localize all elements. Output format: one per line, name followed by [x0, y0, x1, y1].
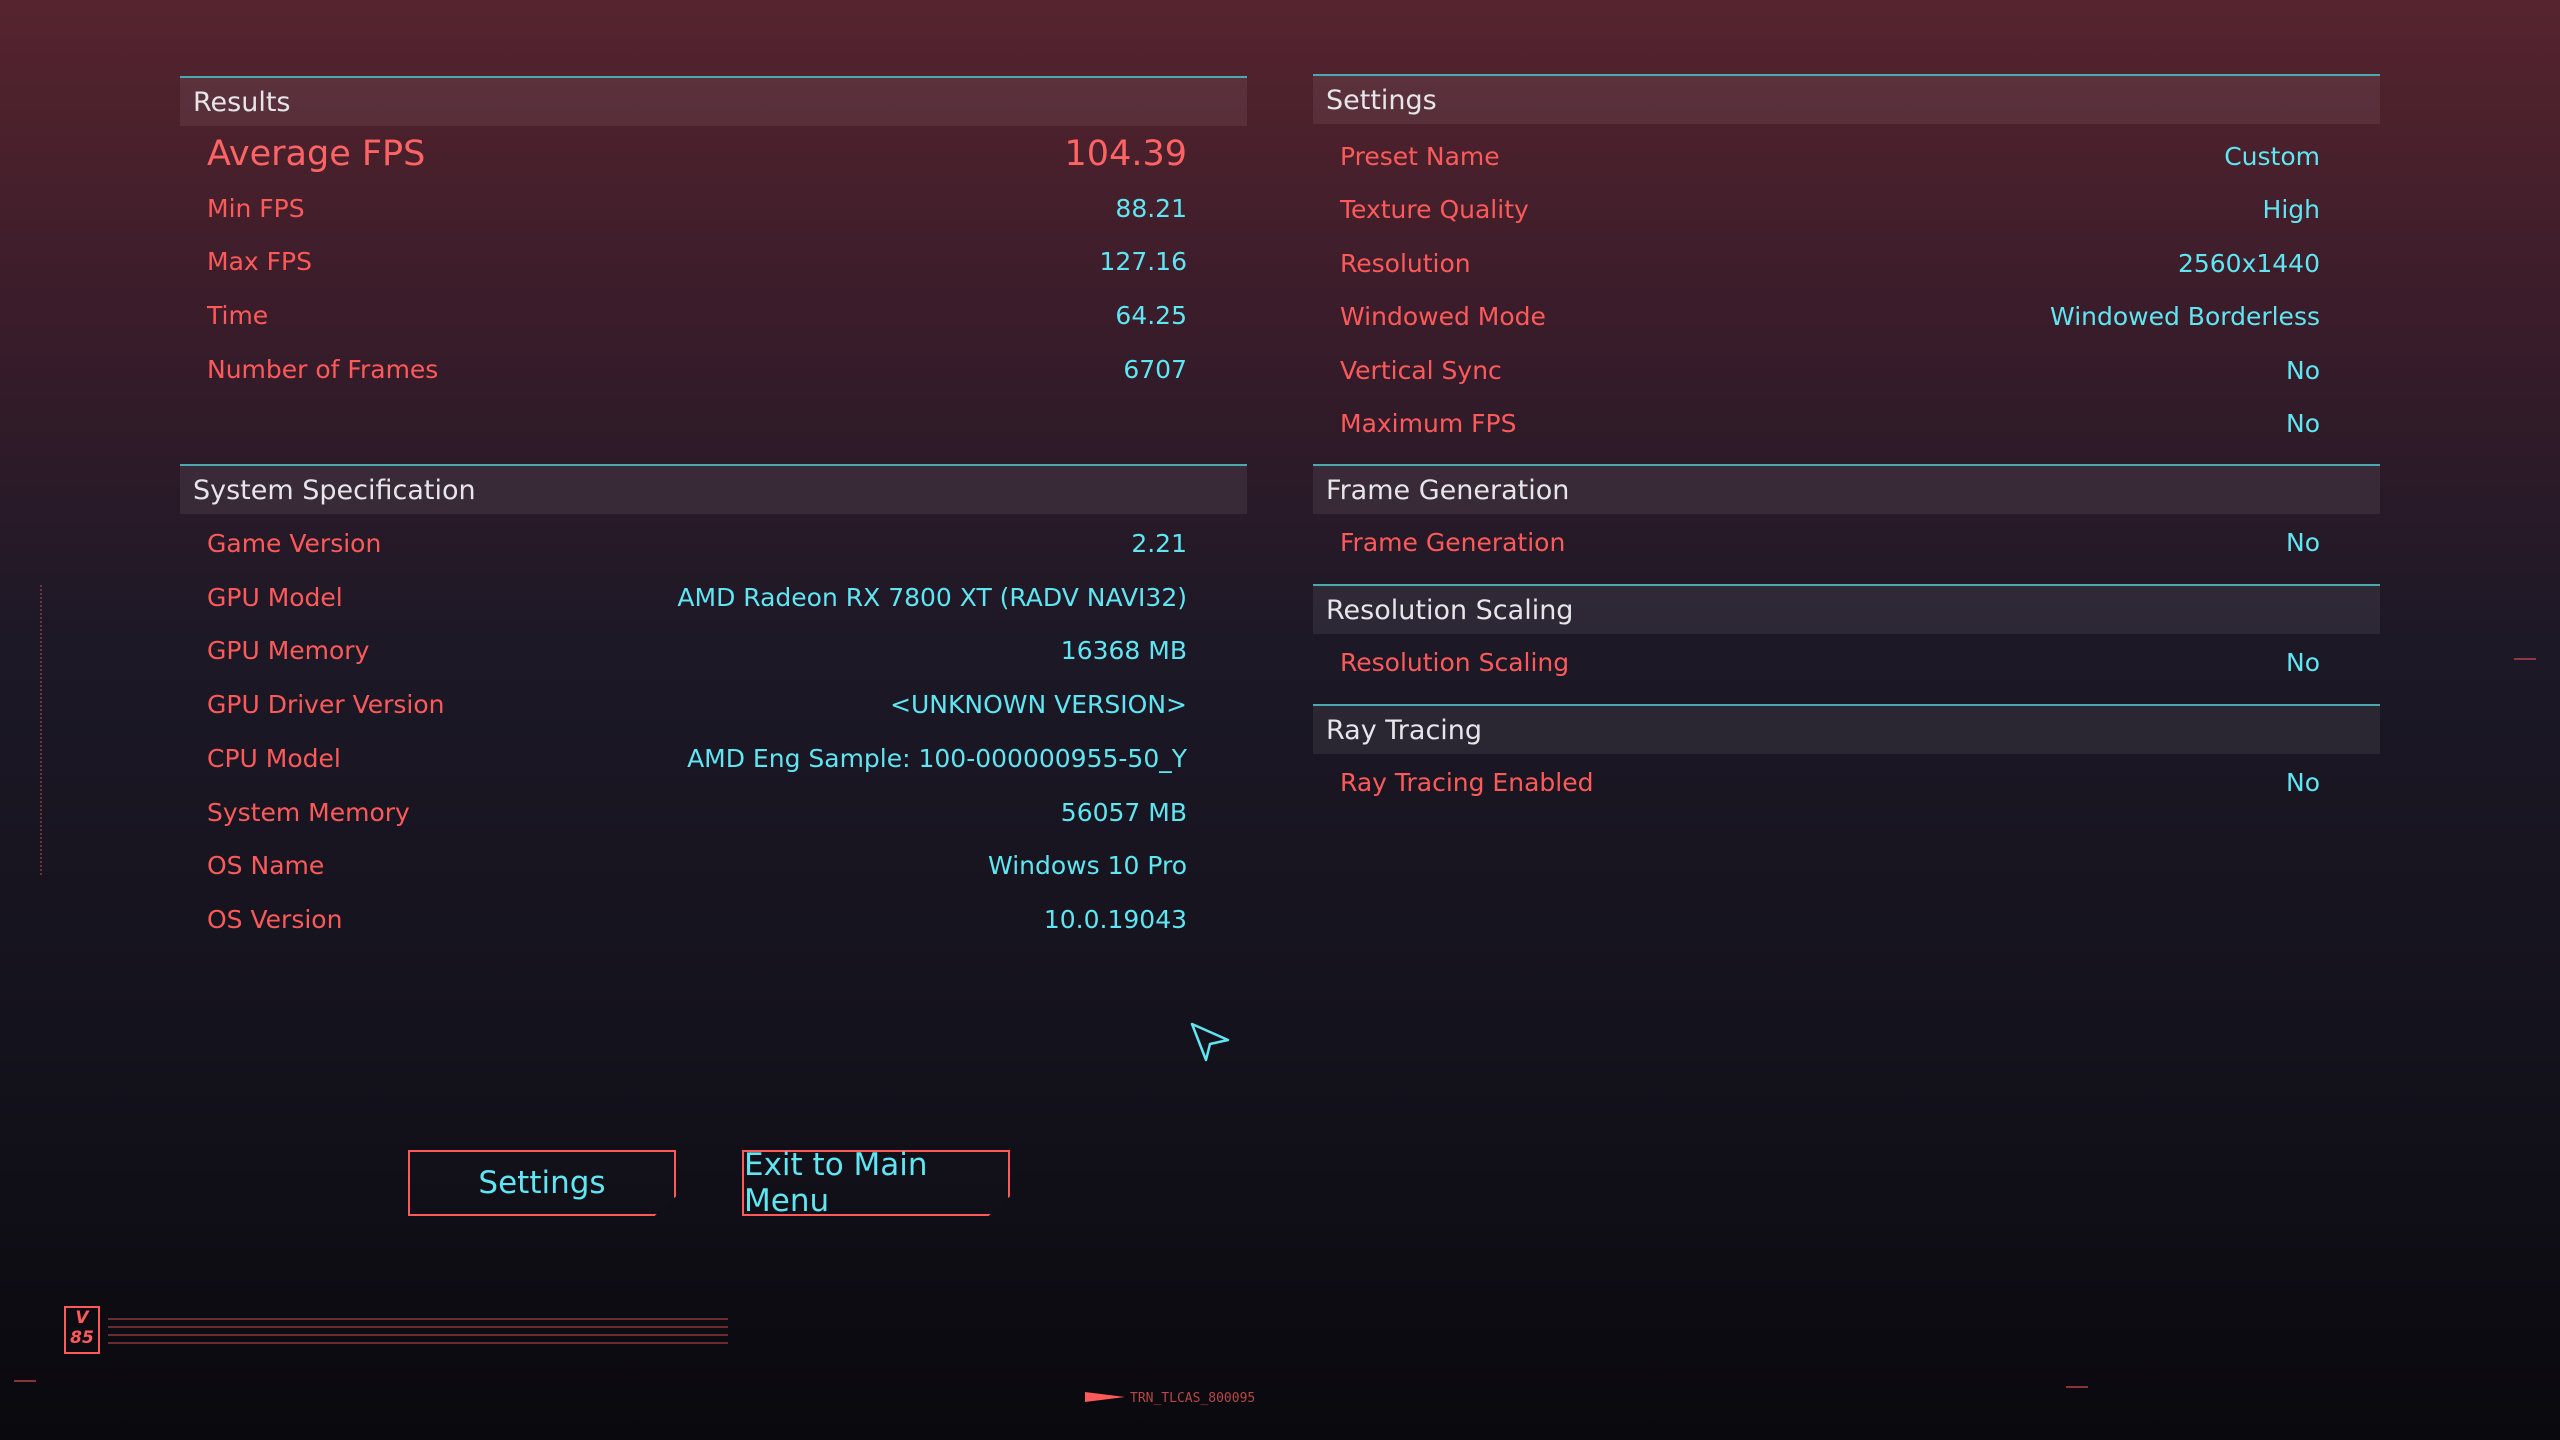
average-fps-value: 104.39: [1064, 134, 1187, 174]
exit-to-main-menu-button[interactable]: Exit to Main Menu: [742, 1150, 1010, 1216]
row-label: Min FPS: [207, 194, 305, 223]
row-value: No: [2286, 528, 2320, 557]
corner-marker-left: [14, 1380, 36, 1388]
row-label: GPU Model: [207, 583, 343, 612]
row-label: Number of Frames: [207, 355, 439, 384]
footer-code: TRN_TLCAS_800095: [1130, 1391, 1256, 1406]
row-label: OS Version: [207, 905, 343, 934]
corner-marker-right: [2066, 1386, 2088, 1394]
row-label: Maximum FPS: [1340, 409, 1517, 438]
settings-row: Maximum FPS No: [1313, 405, 2380, 445]
system-spec-panel: System Specification Game Version 2.21 G…: [180, 464, 1247, 954]
average-fps-row: Average FPS 104.39: [180, 134, 1247, 176]
results-row: Max FPS 127.16: [180, 243, 1247, 283]
settings-header: Settings: [1313, 74, 2380, 124]
system-row: CPU Model AMD Eng Sample: 100-000000955-…: [180, 740, 1247, 780]
system-spec-header: System Specification: [180, 464, 1247, 514]
version-logo: V 85: [64, 1306, 100, 1354]
version-logo-text: V 85: [70, 1308, 94, 1348]
settings-row: Texture Quality High: [1313, 191, 2380, 231]
ray-tracing-row: Ray Tracing Enabled No: [1313, 764, 2380, 804]
row-label: System Memory: [207, 798, 410, 827]
row-label: Texture Quality: [1340, 195, 1529, 224]
exit-button-label: Exit to Main Menu: [744, 1147, 928, 1219]
frame-generation-row: Frame Generation No: [1313, 524, 2380, 564]
results-panel: Results Average FPS 104.39 Min FPS 88.21…: [180, 76, 1247, 406]
row-value: Custom: [2224, 142, 2320, 171]
row-label: Resolution: [1340, 249, 1471, 278]
row-value: <UNKNOWN VERSION>: [890, 690, 1187, 719]
system-row: GPU Memory 16368 MB: [180, 632, 1247, 672]
settings-button-label: Settings: [478, 1165, 606, 1201]
results-row: Time 64.25: [180, 297, 1247, 337]
results-row: Min FPS 88.21: [180, 190, 1247, 230]
row-value: AMD Eng Sample: 100-000000955-50_Y: [687, 744, 1187, 773]
row-value: 2.21: [1131, 529, 1187, 558]
row-value: 16368 MB: [1060, 636, 1187, 665]
row-value: 10.0.19043: [1043, 905, 1187, 934]
row-value: 127.16: [1099, 247, 1187, 276]
row-label: Ray Tracing Enabled: [1340, 768, 1594, 797]
results-header: Results: [180, 76, 1247, 126]
row-value: No: [2286, 409, 2320, 438]
frame-generation-title: Frame Generation: [1326, 475, 1570, 506]
row-label: Game Version: [207, 529, 382, 558]
resolution-scaling-title: Resolution Scaling: [1326, 595, 1574, 626]
row-value: High: [2262, 195, 2320, 224]
settings-panel: Settings Preset Name Custom Texture Qual…: [1313, 74, 2380, 454]
row-label: Windowed Mode: [1340, 302, 1546, 331]
row-value: 6707: [1123, 355, 1187, 384]
system-spec-title: System Specification: [193, 475, 476, 506]
settings-title: Settings: [1326, 85, 1437, 116]
row-label: Time: [207, 301, 269, 330]
average-fps-label: Average FPS: [207, 134, 426, 174]
row-value: 2560x1440: [2177, 249, 2320, 278]
row-label: Vertical Sync: [1340, 356, 1502, 385]
row-value: No: [2286, 356, 2320, 385]
frame-generation-panel: Frame Generation Frame Generation No: [1313, 464, 2380, 574]
settings-row: Preset Name Custom: [1313, 138, 2380, 178]
row-label: Preset Name: [1340, 142, 1500, 171]
row-value: No: [2286, 648, 2320, 677]
ray-tracing-header: Ray Tracing: [1313, 704, 2380, 754]
row-value: 56057 MB: [1060, 798, 1187, 827]
row-value: Windows 10 Pro: [988, 851, 1187, 880]
system-row: OS Name Windows 10 Pro: [180, 847, 1247, 887]
results-row: Number of Frames 6707: [180, 351, 1247, 391]
row-label: Max FPS: [207, 247, 312, 276]
frame-generation-header: Frame Generation: [1313, 464, 2380, 514]
system-row: GPU Driver Version <UNKNOWN VERSION>: [180, 686, 1247, 726]
row-label: GPU Driver Version: [207, 690, 445, 719]
row-value: No: [2286, 768, 2320, 797]
row-value: 88.21: [1115, 194, 1187, 223]
settings-button[interactable]: Settings: [408, 1150, 676, 1216]
results-title: Results: [193, 87, 291, 118]
ray-tracing-title: Ray Tracing: [1326, 715, 1483, 746]
row-label: CPU Model: [207, 744, 341, 773]
row-label: OS Name: [207, 851, 325, 880]
resolution-scaling-panel: Resolution Scaling Resolution Scaling No: [1313, 584, 2380, 694]
row-value: AMD Radeon RX 7800 XT (RADV NAVI32): [677, 583, 1187, 612]
settings-row: Windowed Mode Windowed Borderless: [1313, 298, 2380, 338]
side-marker-right: [2514, 658, 2536, 666]
settings-row: Resolution 2560x1440: [1313, 245, 2380, 285]
row-label: Resolution Scaling: [1340, 648, 1570, 677]
system-row: GPU Model AMD Radeon RX 7800 XT (RADV NA…: [180, 579, 1247, 619]
resolution-scaling-header: Resolution Scaling: [1313, 584, 2380, 634]
ray-tracing-panel: Ray Tracing Ray Tracing Enabled No: [1313, 704, 2380, 814]
resolution-scaling-row: Resolution Scaling No: [1313, 644, 2380, 684]
row-value: 64.25: [1115, 301, 1187, 330]
settings-row: Vertical Sync No: [1313, 352, 2380, 392]
system-row: System Memory 56057 MB: [180, 794, 1247, 834]
cursor-icon: [1190, 1022, 1230, 1062]
arrow-marker-icon: [1085, 1392, 1125, 1402]
system-row: OS Version 10.0.19043: [180, 901, 1247, 941]
legal-fine-print: [108, 1318, 728, 1344]
row-label: GPU Memory: [207, 636, 370, 665]
row-label: Frame Generation: [1340, 528, 1566, 557]
row-value: Windowed Borderless: [2050, 302, 2320, 331]
decorative-vertical-text: [40, 585, 48, 875]
system-row: Game Version 2.21: [180, 525, 1247, 565]
